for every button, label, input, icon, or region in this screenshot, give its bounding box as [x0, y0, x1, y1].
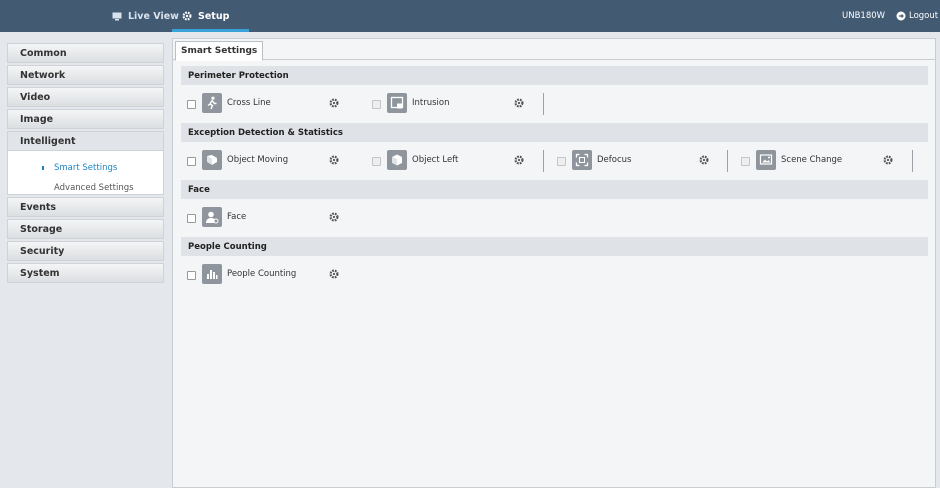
people-counting-label: People Counting: [227, 269, 297, 279]
cross-line-label: Cross Line: [227, 98, 271, 108]
power-icon: [896, 11, 906, 21]
sidebar-item-video[interactable]: Video: [7, 87, 164, 107]
person-running-icon: [202, 93, 222, 113]
top-bar: Live View Setup UNB180W Logout: [0, 0, 940, 32]
feature-row: Face: [181, 199, 928, 237]
feature-row: Object Moving Object Left Defocus Scene …: [181, 142, 928, 180]
divider: [543, 150, 544, 172]
feature-intrusion: Intrusion: [366, 93, 536, 115]
object-left-checkbox[interactable]: [372, 157, 381, 166]
section-title: Exception Detection & Statistics: [181, 123, 928, 142]
intrusion-label: Intrusion: [412, 98, 450, 108]
tab-bar: Smart Settings: [173, 39, 935, 61]
object-moving-checkbox[interactable]: [187, 157, 196, 166]
cross-line-settings-icon[interactable]: [329, 98, 339, 108]
section-face: Face Face: [181, 180, 928, 237]
feature-object-moving: Object Moving: [181, 150, 351, 172]
sidebar-item-network[interactable]: Network: [7, 65, 164, 85]
scene-change-label: Scene Change: [781, 155, 843, 165]
intrusion-settings-icon[interactable]: [514, 98, 524, 108]
sidebar-item-image[interactable]: Image: [7, 109, 164, 129]
logout-label: Logout: [909, 11, 939, 21]
feature-defocus: Defocus: [551, 150, 721, 172]
people-counting-icon: [202, 264, 222, 284]
feature-scene-change: Scene Change: [735, 150, 905, 172]
tab-smart-settings[interactable]: Smart Settings: [175, 41, 264, 61]
defocus-checkbox[interactable]: [557, 157, 566, 166]
sidebar: Common Network Video Image Intelligent S…: [7, 43, 164, 285]
face-icon: [202, 207, 222, 227]
section-people-counting: People Counting People Counting: [181, 237, 928, 294]
section-title: Face: [181, 180, 928, 199]
defocus-settings-icon[interactable]: [699, 155, 709, 165]
gear-icon: [182, 11, 192, 21]
divider: [543, 93, 544, 115]
section-perimeter-protection: Perimeter Protection Cross Line Intrusio…: [181, 66, 928, 123]
section-title: People Counting: [181, 237, 928, 256]
divider: [727, 150, 728, 172]
face-checkbox[interactable]: [187, 214, 196, 223]
sidebar-item-storage[interactable]: Storage: [7, 219, 164, 239]
nav-setup-label: Setup: [198, 10, 230, 22]
feature-row: People Counting: [181, 256, 928, 294]
feature-object-left: Object Left: [366, 150, 536, 172]
sidebar-subitem-advanced-settings[interactable]: Advanced Settings: [8, 178, 163, 198]
nav-live-view-label: Live View: [128, 10, 179, 22]
monitor-icon: [112, 12, 122, 21]
sidebar-item-common[interactable]: Common: [7, 43, 164, 63]
people-counting-checkbox[interactable]: [187, 271, 196, 280]
scene-change-settings-icon[interactable]: [883, 155, 893, 165]
cross-line-checkbox[interactable]: [187, 100, 196, 109]
sidebar-item-intelligent[interactable]: Intelligent: [7, 131, 164, 151]
sidebar-subitem-smart-settings[interactable]: Smart Settings: [8, 158, 163, 178]
device-name: UNB180W: [842, 11, 886, 21]
logout-button[interactable]: Logout: [896, 0, 938, 32]
divider: [912, 150, 913, 172]
face-settings-icon[interactable]: [329, 212, 339, 222]
main-panel: Smart Settings Perimeter Protection Cros…: [172, 38, 936, 488]
intrusion-icon: [387, 93, 407, 113]
sidebar-item-events[interactable]: Events: [7, 197, 164, 217]
scene-change-checkbox[interactable]: [741, 157, 750, 166]
feature-cross-line: Cross Line: [181, 93, 351, 115]
defocus-label: Defocus: [597, 155, 632, 165]
scene-change-icon: [756, 150, 776, 170]
object-moving-icon: [202, 150, 222, 170]
sidebar-submenu: Smart Settings Advanced Settings: [7, 151, 164, 195]
sidebar-item-security[interactable]: Security: [7, 241, 164, 261]
defocus-icon: [572, 150, 592, 170]
intrusion-checkbox[interactable]: [372, 100, 381, 109]
sidebar-item-system[interactable]: System: [7, 263, 164, 283]
object-left-label: Object Left: [412, 155, 459, 165]
section-title: Perimeter Protection: [181, 66, 928, 85]
nav-live-view[interactable]: Live View: [112, 0, 179, 32]
object-left-settings-icon[interactable]: [514, 155, 524, 165]
nav-setup[interactable]: Setup: [171, 0, 250, 32]
object-left-icon: [387, 150, 407, 170]
feature-face: Face: [181, 207, 351, 229]
feature-people-counting: People Counting: [181, 264, 351, 286]
face-label: Face: [227, 212, 247, 222]
feature-row: Cross Line Intrusion: [181, 85, 928, 123]
object-moving-settings-icon[interactable]: [329, 155, 339, 165]
section-exception-detection: Exception Detection & Statistics Object …: [181, 123, 928, 180]
people-counting-settings-icon[interactable]: [329, 269, 339, 279]
object-moving-label: Object Moving: [227, 155, 289, 165]
